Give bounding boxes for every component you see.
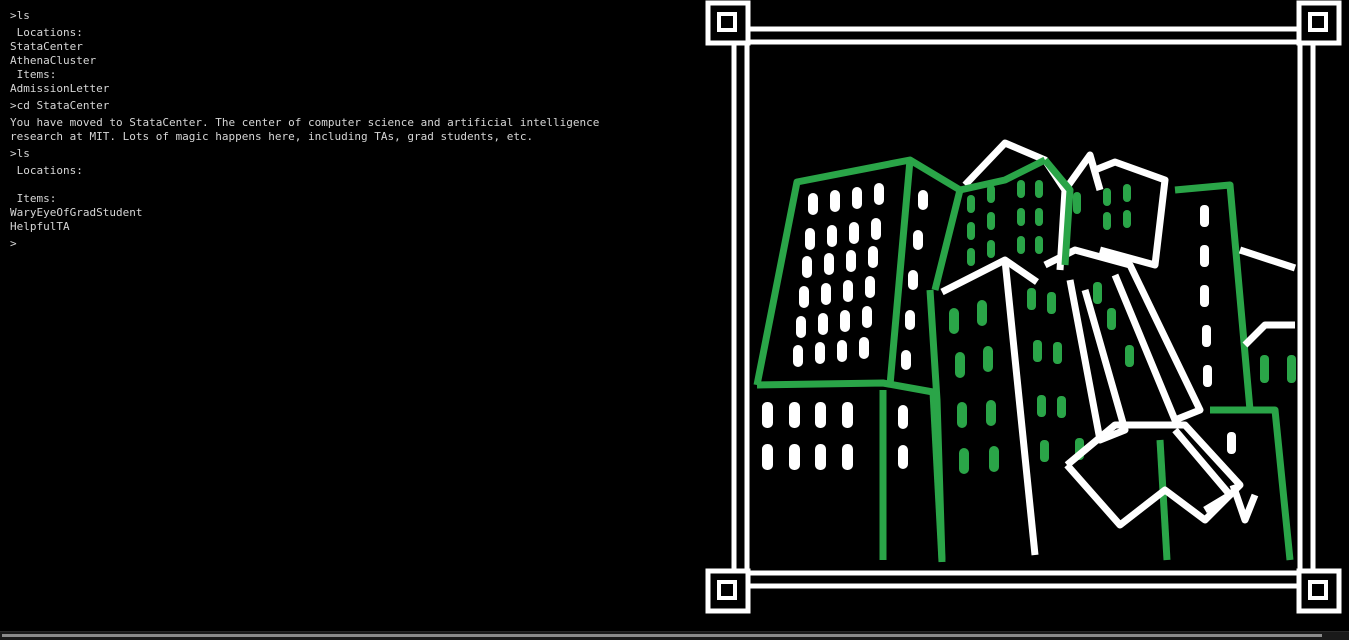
terminal-prompt[interactable]: > — [10, 237, 17, 251]
terminal-line-item: WaryEyeOfGradStudent — [10, 206, 143, 219]
terminal-line-item: AdmissionLetter — [10, 82, 110, 95]
terminal-line-heading: Items: — [10, 68, 57, 81]
horizontal-scrollbar[interactable] — [0, 631, 1349, 640]
building-right-windows — [1200, 205, 1236, 454]
terminal-line-command: >cd StataCenter — [10, 99, 110, 112]
stata-center-illustration — [705, 0, 1342, 614]
terminal-line-location: StataCenter — [10, 40, 83, 53]
terminal-line-command: >ls — [10, 147, 30, 160]
terminal-line-location: AthenaCluster — [10, 54, 97, 67]
terminal-line-item: HelpfulTA — [10, 220, 70, 233]
terminal-line-heading: Items: — [10, 192, 57, 205]
terminal-line-description: You have moved to StataCenter. The cente… — [10, 116, 600, 129]
terminal-line-command: >ls — [10, 9, 30, 22]
terminal-line-heading: Locations: — [10, 26, 83, 39]
terminal-line-heading: Locations: — [10, 164, 83, 177]
building-green-left — [753, 156, 964, 563]
scrollbar-thumb[interactable] — [2, 634, 1322, 637]
terminal-output[interactable]: >ls Locations: StataCenter AthenaCluster… — [0, 0, 700, 632]
terminal-line-description: research at MIT. Lots of magic happens h… — [10, 130, 534, 143]
